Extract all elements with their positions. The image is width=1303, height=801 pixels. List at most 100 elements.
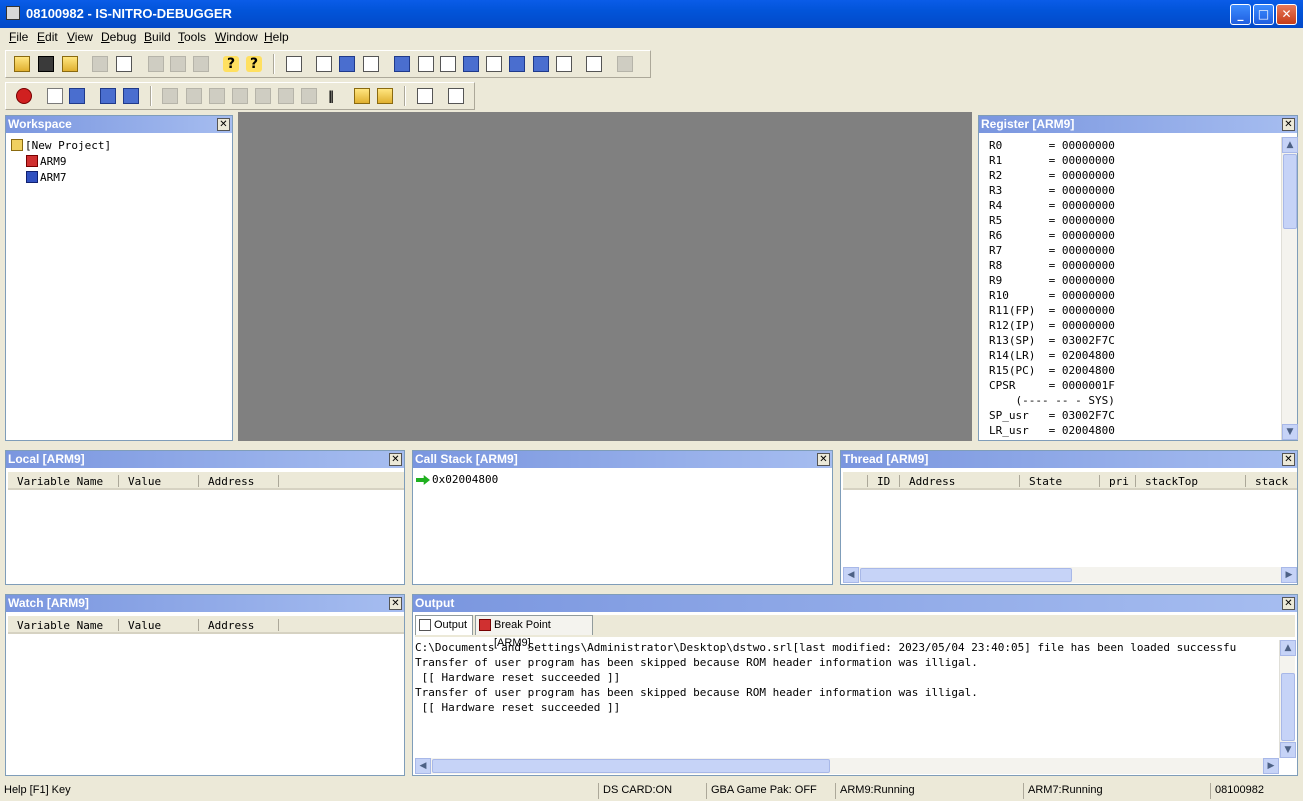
register-row[interactable]: R15(PC) = 02004800 bbox=[989, 364, 1115, 377]
col-stack[interactable]: stack bbox=[1255, 475, 1288, 488]
scroll-up-icon[interactable]: ▲ bbox=[1280, 640, 1296, 656]
break-all-icon[interactable] bbox=[377, 88, 393, 104]
register-row[interactable]: R5 = 00000000 bbox=[989, 214, 1115, 227]
register-row[interactable]: R9 = 00000000 bbox=[989, 274, 1115, 287]
scroll-thumb[interactable] bbox=[1281, 673, 1295, 741]
run-icon[interactable] bbox=[100, 88, 116, 104]
menu-window[interactable]: Window bbox=[215, 30, 258, 44]
menu-debug[interactable]: Debug bbox=[101, 30, 136, 44]
col-address[interactable]: Address bbox=[208, 475, 254, 488]
view-icon[interactable] bbox=[586, 56, 602, 72]
scroll-down-icon[interactable]: ▼ bbox=[1282, 424, 1298, 440]
register-row[interactable]: R2 = 00000000 bbox=[989, 169, 1115, 182]
register-row[interactable]: R13(SP) = 03002F7C bbox=[989, 334, 1115, 347]
col-stacktop[interactable]: stackTop bbox=[1145, 475, 1198, 488]
step-out-icon[interactable] bbox=[209, 88, 225, 104]
register-row[interactable]: (---- -- - SYS) bbox=[989, 394, 1114, 407]
menu-view[interactable]: View bbox=[67, 30, 93, 44]
menu-build[interactable]: Build bbox=[144, 30, 171, 44]
scroll-down-icon[interactable]: ▼ bbox=[1280, 742, 1296, 758]
step-over-icon[interactable] bbox=[186, 88, 202, 104]
menu-tools[interactable]: Tools bbox=[178, 30, 206, 44]
disassembly-icon[interactable] bbox=[316, 56, 332, 72]
tree-item-arm9[interactable]: ARM9 bbox=[26, 155, 67, 168]
output-icon[interactable] bbox=[556, 56, 572, 72]
register-row[interactable]: R6 = 00000000 bbox=[989, 229, 1115, 242]
watch-icon[interactable] bbox=[440, 56, 456, 72]
output-close-button[interactable]: ✕ bbox=[1282, 597, 1295, 610]
cut-icon[interactable] bbox=[148, 56, 164, 72]
register-row[interactable]: R14(LR) = 02004800 bbox=[989, 349, 1115, 362]
paste-icon[interactable] bbox=[193, 56, 209, 72]
register-row[interactable]: R0 = 00000000 bbox=[989, 139, 1115, 152]
memory-icon[interactable] bbox=[339, 56, 355, 72]
scroll-thumb[interactable] bbox=[860, 568, 1072, 582]
scroll-thumb[interactable] bbox=[432, 759, 830, 773]
step-into-icon[interactable] bbox=[162, 88, 178, 104]
context-help-icon[interactable]: ? bbox=[246, 56, 262, 72]
watch-close-button[interactable]: ✕ bbox=[389, 597, 402, 610]
scroll-thumb[interactable] bbox=[1283, 154, 1297, 229]
map-icon[interactable] bbox=[533, 56, 549, 72]
maximize-button[interactable]: □ bbox=[1253, 4, 1274, 25]
tab-breakpoint[interactable]: Break Point [ARM9] bbox=[475, 615, 593, 649]
menu-file[interactable]: File bbox=[9, 30, 28, 44]
thread-hscrollbar[interactable]: ◀ ▶ bbox=[843, 567, 1297, 583]
register-row[interactable]: CPSR = 0000001F bbox=[989, 379, 1115, 392]
help-icon[interactable]: ? bbox=[223, 56, 239, 72]
scroll-left-icon[interactable]: ◀ bbox=[843, 567, 859, 583]
thread-icon[interactable] bbox=[463, 56, 479, 72]
register-row[interactable]: R12(IP) = 00000000 bbox=[989, 319, 1115, 332]
scroll-left-icon[interactable]: ◀ bbox=[415, 758, 431, 774]
source-icon[interactable] bbox=[286, 56, 302, 72]
tree-item-project[interactable]: [New Project] bbox=[11, 139, 111, 152]
open-folder-icon[interactable] bbox=[14, 56, 30, 72]
menu-edit[interactable]: Edit bbox=[37, 30, 58, 44]
register-row[interactable]: R7 = 00000000 bbox=[989, 244, 1115, 257]
thread-close-button[interactable]: ✕ bbox=[1282, 453, 1295, 466]
disconnect-icon[interactable] bbox=[116, 56, 132, 72]
scroll-right-icon[interactable]: ▶ bbox=[1281, 567, 1297, 583]
callstack-close-button[interactable]: ✕ bbox=[817, 453, 830, 466]
workspace-close-button[interactable]: ✕ bbox=[217, 118, 230, 131]
register-row[interactable]: R8 = 00000000 bbox=[989, 259, 1115, 272]
col-id[interactable]: ID bbox=[877, 475, 890, 488]
col-state[interactable]: State bbox=[1029, 475, 1062, 488]
register-row[interactable]: R11(FP) = 00000000 bbox=[989, 304, 1115, 317]
minimize-button[interactable]: _ bbox=[1230, 4, 1251, 25]
register-icon[interactable] bbox=[363, 56, 379, 72]
step-line-icon[interactable] bbox=[255, 88, 271, 104]
register-row[interactable]: R10 = 00000000 bbox=[989, 289, 1115, 302]
tree-item-arm7[interactable]: ARM7 bbox=[26, 171, 67, 184]
breakpoint-list-icon[interactable] bbox=[486, 56, 502, 72]
stop-icon[interactable] bbox=[16, 88, 32, 104]
window-icon[interactable] bbox=[448, 88, 464, 104]
col-thread-address[interactable]: Address bbox=[909, 475, 955, 488]
pause-icon[interactable]: ‖ bbox=[323, 88, 339, 104]
glasses-icon[interactable] bbox=[617, 56, 633, 72]
register-row[interactable]: R4 = 00000000 bbox=[989, 199, 1115, 212]
connect-icon[interactable] bbox=[92, 56, 108, 72]
register-row[interactable]: R1 = 00000000 bbox=[989, 154, 1115, 167]
register-row[interactable]: SP_usr = 03002F7C bbox=[989, 409, 1115, 422]
run-to-icon[interactable] bbox=[123, 88, 139, 104]
col-variable-name[interactable]: Variable Name bbox=[17, 475, 103, 488]
break-icon[interactable] bbox=[354, 88, 370, 104]
register-row[interactable]: R3 = 00000000 bbox=[989, 184, 1115, 197]
col-pri[interactable]: pri bbox=[1109, 475, 1129, 488]
local-icon[interactable] bbox=[418, 56, 434, 72]
scroll-up-icon[interactable]: ▲ bbox=[1282, 137, 1298, 153]
col-value[interactable]: Value bbox=[128, 619, 161, 632]
save-icon[interactable] bbox=[38, 56, 54, 72]
edit-icon[interactable] bbox=[417, 88, 433, 104]
tab-output[interactable]: Output bbox=[415, 615, 473, 635]
save-all-icon[interactable] bbox=[62, 56, 78, 72]
scroll-right-icon[interactable]: ▶ bbox=[1263, 758, 1279, 774]
io-register-icon[interactable] bbox=[509, 56, 525, 72]
register-row[interactable]: LR_usr = 02004800 bbox=[989, 424, 1115, 437]
copy-icon[interactable] bbox=[170, 56, 186, 72]
reset-icon[interactable] bbox=[47, 88, 63, 104]
col-value[interactable]: Value bbox=[128, 475, 161, 488]
local-close-button[interactable]: ✕ bbox=[389, 453, 402, 466]
step-icon[interactable] bbox=[232, 88, 248, 104]
